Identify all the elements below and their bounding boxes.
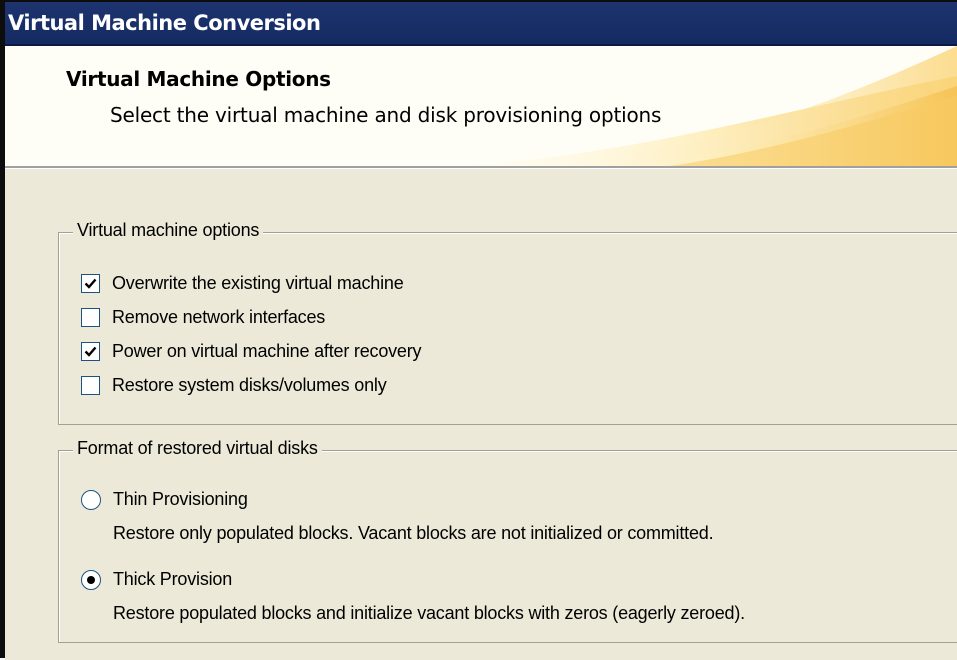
thick-provision-radio[interactable] — [81, 569, 101, 590]
title-bar[interactable]: Virtual Machine Conversion — [5, 2, 957, 46]
restore-system-disks-checkbox-row[interactable]: Restore system disks/volumes only — [81, 375, 387, 396]
power-on-checkbox[interactable] — [81, 342, 100, 361]
remove-network-label[interactable]: Remove network interfaces — [112, 307, 325, 328]
thin-provisioning-radio[interactable] — [81, 489, 101, 510]
restore-system-disks-label[interactable]: Restore system disks/volumes only — [112, 375, 387, 396]
power-on-checkbox-row[interactable]: Power on virtual machine after recovery — [81, 341, 422, 362]
thin-provisioning-radio-row[interactable]: Thin Provisioning — [81, 489, 248, 510]
dialog-body: Virtual machine options Overwrite the ex… — [5, 168, 957, 660]
vm-options-legend: Virtual machine options — [73, 220, 264, 241]
header-banner: Virtual Machine Options Select the virtu… — [5, 46, 957, 168]
page-title: Virtual Machine Options — [66, 67, 331, 91]
disk-format-legend: Format of restored virtual disks — [73, 438, 322, 459]
remove-network-checkbox-row[interactable]: Remove network interfaces — [81, 307, 325, 328]
overwrite-vm-label[interactable]: Overwrite the existing virtual machine — [112, 273, 404, 294]
overwrite-vm-checkbox[interactable] — [81, 274, 100, 293]
dialog-window: Virtual Machine Conversion Virtual Machi… — [0, 0, 957, 660]
page-subtitle: Select the virtual machine and disk prov… — [110, 103, 662, 127]
thick-provision-label[interactable]: Thick Provision — [113, 569, 232, 590]
disk-format-group: Format of restored virtual disks Thin Pr… — [58, 438, 957, 643]
thick-provision-description: Restore populated blocks and initialize … — [113, 603, 745, 623]
restore-system-disks-checkbox[interactable] — [81, 376, 100, 395]
window-title: Virtual Machine Conversion — [8, 11, 321, 35]
thin-provisioning-description: Restore only populated blocks. Vacant bl… — [113, 523, 714, 543]
power-on-label[interactable]: Power on virtual machine after recovery — [112, 341, 422, 362]
thin-provisioning-label[interactable]: Thin Provisioning — [113, 489, 248, 510]
overwrite-vm-checkbox-row[interactable]: Overwrite the existing virtual machine — [81, 273, 404, 294]
remove-network-checkbox[interactable] — [81, 308, 100, 327]
thick-provision-radio-row[interactable]: Thick Provision — [81, 569, 232, 590]
vm-options-group: Virtual machine options Overwrite the ex… — [58, 220, 957, 425]
